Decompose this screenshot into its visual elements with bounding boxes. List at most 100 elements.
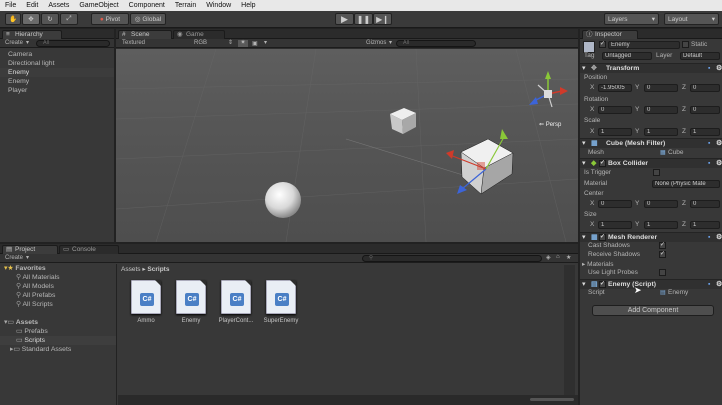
hierarchy-create-dropdown[interactable]: Create	[5, 40, 23, 46]
materials-foldout[interactable]: ▸ Materials	[582, 260, 613, 268]
center-x-field[interactable]: 0	[598, 200, 632, 208]
help-icon[interactable]: ▪	[708, 280, 710, 290]
hierarchy-item-selected[interactable]: Enemy	[0, 68, 114, 77]
scale-z-field[interactable]: 1	[690, 128, 720, 136]
mesh-filter-header[interactable]: ▾ ▦ Cube (Mesh Filter) ▪ ⚙	[580, 138, 722, 148]
favorite-item[interactable]: ⚲ All Prefabs	[0, 291, 116, 300]
tab-game[interactable]: ◉ Game	[173, 30, 225, 39]
help-icon[interactable]: ▪	[708, 159, 710, 169]
layer-dropdown[interactable]: Default	[680, 52, 720, 60]
filter-type-icon[interactable]: ◈	[546, 254, 551, 261]
gear-icon[interactable]: ⚙	[716, 64, 722, 74]
help-icon[interactable]: ▪	[708, 64, 710, 74]
center-z-field[interactable]: 0	[690, 200, 720, 208]
gear-icon[interactable]: ⚙	[716, 159, 722, 169]
project-scrollbar[interactable]	[564, 265, 575, 395]
menu-window[interactable]: Window	[201, 2, 236, 9]
project-create-dropdown[interactable]: Create	[5, 255, 23, 261]
project-search-input[interactable]: ⚲	[362, 255, 542, 262]
favorite-item[interactable]: ⚲ All Models	[0, 282, 116, 291]
gizmos-dropdown[interactable]: Gizmos	[366, 40, 386, 46]
position-x-field[interactable]: -1.95005	[598, 84, 632, 92]
gear-icon[interactable]: ⚙	[716, 280, 722, 290]
global-toggle[interactable]: ◎ Global	[130, 13, 166, 25]
play-button[interactable]: ▶	[335, 13, 354, 25]
is-trigger-checkbox[interactable]	[653, 169, 660, 176]
shading-mode-dropdown[interactable]: Textured	[122, 40, 145, 46]
breadcrumb-scripts[interactable]: Scripts	[147, 266, 169, 273]
icon-size-slider[interactable]	[530, 398, 574, 401]
hierarchy-item[interactable]: Directional light	[0, 59, 114, 68]
help-icon[interactable]: ▪	[708, 139, 710, 149]
size-y-field[interactable]: 1	[644, 221, 678, 229]
folder-item-selected[interactable]: ▭ Scripts	[0, 336, 116, 345]
menu-edit[interactable]: Edit	[21, 2, 43, 9]
transform-header[interactable]: ▾ ✥ Transform ▪ ⚙	[580, 63, 722, 73]
hierarchy-search-input[interactable]: All	[36, 40, 110, 47]
box-collider-enabled-checkbox[interactable]: ✓	[599, 160, 606, 167]
layout-dropdown[interactable]: Layout ▾	[664, 13, 719, 25]
assets-header[interactable]: ▾▭ Assets	[0, 318, 116, 327]
pause-button[interactable]: ❚❚	[354, 13, 373, 25]
enemy-script-header[interactable]: ▾ ▤ ✓ Enemy (Script) ▪ ⚙	[580, 279, 722, 289]
favorite-item[interactable]: ⚲ All Materials	[0, 273, 116, 282]
script-field-value[interactable]: Enemy	[668, 289, 688, 296]
gear-icon[interactable]: ⚙	[716, 233, 722, 243]
scale-tool-button[interactable]: ⤢	[60, 13, 78, 25]
hand-tool-button[interactable]: ✋	[5, 13, 21, 25]
breadcrumb-assets[interactable]: Assets	[121, 266, 141, 273]
audio-toggle-icon[interactable]: ▾	[264, 39, 267, 46]
folder-item[interactable]: ▭ Prefabs	[0, 327, 116, 336]
folder-item[interactable]: ▸▭ Standard Assets	[0, 345, 116, 354]
add-component-button[interactable]: Add Component	[592, 305, 714, 316]
persp-label[interactable]: ⇐ Persp	[539, 121, 561, 128]
image-toggle-icon[interactable]: ▣	[252, 40, 258, 47]
script-asset-superenemy[interactable]: C#	[266, 280, 296, 314]
star-filter-icon[interactable]: ★	[566, 254, 571, 261]
render-mode-dropdown[interactable]: RGB	[194, 40, 207, 46]
rotation-x-field[interactable]: 0	[598, 106, 632, 114]
center-y-field[interactable]: 0	[644, 200, 678, 208]
favorite-item[interactable]: ⚲ All Scripts	[0, 300, 116, 309]
light-toggle-icon[interactable]: ✷	[238, 40, 248, 47]
size-z-field[interactable]: 1	[690, 221, 720, 229]
rotation-y-field[interactable]: 0	[644, 106, 678, 114]
box-collider-header[interactable]: ▾ ◆ ✓ Box Collider ▪ ⚙	[580, 158, 722, 168]
move-tool-button[interactable]: ✥	[22, 13, 40, 25]
rotate-tool-button[interactable]: ↻	[41, 13, 59, 25]
hierarchy-item[interactable]: Player	[0, 86, 114, 95]
enemy-script-enabled-checkbox[interactable]: ✓	[599, 281, 606, 288]
gear-icon[interactable]: ⚙	[716, 139, 722, 149]
use-light-probes-checkbox[interactable]	[659, 269, 666, 276]
scale-x-field[interactable]: 1	[598, 128, 632, 136]
mesh-value[interactable]: Cube	[668, 149, 684, 156]
receive-shadows-checkbox[interactable]: ✓	[659, 251, 666, 258]
menu-component[interactable]: Component	[124, 2, 170, 9]
step-button[interactable]: ▶❙	[373, 13, 392, 25]
object-name-field[interactable]: Enemy	[608, 41, 680, 49]
menu-file[interactable]: File	[0, 2, 21, 9]
hierarchy-item[interactable]: Camera	[0, 50, 114, 59]
layers-dropdown[interactable]: Layers ▾	[604, 13, 659, 25]
scene-viewport[interactable]: ⇐ Persp	[116, 49, 578, 242]
size-x-field[interactable]: 1	[598, 221, 632, 229]
tag-dropdown[interactable]: Untagged	[602, 52, 652, 60]
position-z-field[interactable]: 0	[690, 84, 720, 92]
physic-material-field[interactable]: None (Physic Mate	[652, 180, 720, 188]
scale-y-field[interactable]: 1	[644, 128, 678, 136]
position-y-field[interactable]: 0	[644, 84, 678, 92]
mesh-renderer-enabled-checkbox[interactable]: ✓	[599, 234, 606, 241]
filter-label-icon[interactable]: ⌂	[556, 254, 560, 260]
help-icon[interactable]: ▪	[708, 233, 710, 243]
active-checkbox[interactable]: ✓	[599, 41, 606, 48]
cast-shadows-checkbox[interactable]: ✓	[659, 242, 666, 249]
tab-hierarchy[interactable]: ≡ Hierarchy	[2, 30, 62, 39]
hierarchy-item[interactable]: Enemy	[0, 77, 114, 86]
tab-scene[interactable]: # Scene	[118, 30, 172, 39]
menu-gameobject[interactable]: GameObject	[74, 2, 123, 9]
scene-search-input[interactable]: All	[396, 40, 476, 47]
rotation-z-field[interactable]: 0	[690, 106, 720, 114]
menu-terrain[interactable]: Terrain	[170, 2, 201, 9]
tab-inspector[interactable]: ⓘ Inspector	[582, 30, 638, 39]
menu-help[interactable]: Help	[236, 2, 260, 9]
